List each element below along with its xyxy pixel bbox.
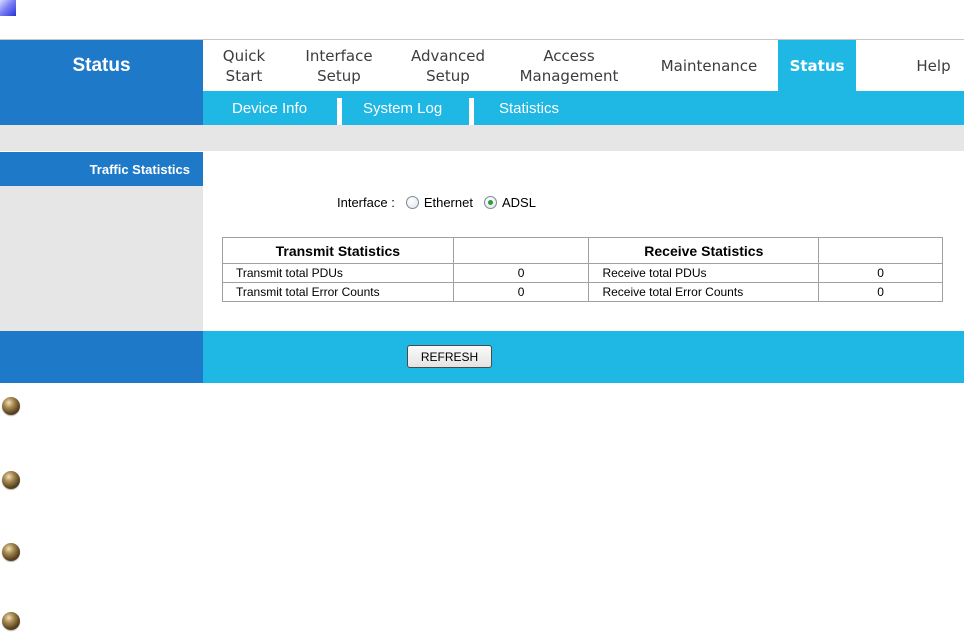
header-spacer-band — [0, 125, 964, 151]
table-header-transmit: Transmit Statistics — [222, 237, 454, 264]
nav-interface-setup[interactable]: Interface Setup — [291, 40, 387, 91]
nav-quick-start[interactable]: Quick Start — [203, 40, 285, 91]
nav-interface-setup-line1: Interface — [305, 46, 373, 65]
radio-adsl[interactable] — [483, 195, 497, 209]
corner-marker-icon — [0, 0, 16, 16]
interface-label: Interface : — [337, 194, 395, 210]
nav-access-management-line2: Management — [519, 66, 619, 85]
nav-access-management-line1: Access — [543, 46, 595, 65]
nav-access-management[interactable]: Access Management — [509, 40, 629, 91]
bullet-icon — [2, 543, 20, 561]
nav-interface-setup-line2: Setup — [317, 66, 361, 85]
traffic-statistics-table: Transmit Statistics Receive Statistics T… — [222, 237, 943, 302]
nav-help[interactable]: Help — [903, 40, 964, 91]
footer-action-bar — [203, 331, 964, 383]
nav-status[interactable]: Status — [778, 40, 856, 91]
nav-advanced-setup[interactable]: Advanced Setup — [398, 40, 498, 91]
nav-advanced-setup-line2: Setup — [426, 66, 470, 85]
table-cell-label: Receive total Error Counts — [588, 282, 820, 302]
interface-selector: Interface : Ethernet ADSL — [337, 192, 536, 212]
bullet-icon — [2, 612, 20, 630]
radio-ethernet-label: Ethernet — [423, 194, 473, 210]
nav-maintenance-label: Maintenance — [660, 56, 758, 75]
table-cell-value: 0 — [452, 263, 590, 283]
subnav-left-panel — [0, 91, 203, 125]
subnav-device-info[interactable]: Device Info — [232, 91, 307, 125]
table-cell-value: 0 — [818, 282, 943, 302]
subnav-separator — [337, 98, 342, 125]
table-row: Transmit total Error Counts 0 Receive to… — [222, 282, 943, 302]
nav-quick-start-line1: Quick — [222, 46, 266, 65]
page-title: Status — [72, 54, 131, 76]
subnav-separator — [469, 98, 474, 125]
radio-ethernet[interactable] — [405, 195, 419, 209]
table-cell-label: Transmit total Error Counts — [222, 282, 454, 302]
bullet-icon — [2, 397, 20, 415]
bullet-icon — [2, 471, 20, 489]
radio-adsl-label: ADSL — [501, 194, 536, 210]
nav-help-label: Help — [916, 56, 951, 75]
nav-quick-start-line2: Start — [225, 66, 263, 85]
table-header-row: Transmit Statistics Receive Statistics — [222, 237, 943, 264]
table-cell-value: 0 — [818, 263, 943, 283]
nav-maintenance[interactable]: Maintenance — [648, 40, 770, 91]
table-header-blank — [818, 237, 943, 264]
table-row: Transmit total PDUs 0 Receive total PDUs… — [222, 263, 943, 283]
table-cell-label: Transmit total PDUs — [222, 263, 454, 283]
table-cell-value: 0 — [452, 282, 590, 302]
table-cell-label: Receive total PDUs — [588, 263, 820, 283]
footer-left-panel — [0, 331, 203, 383]
table-header-receive: Receive Statistics — [588, 237, 820, 264]
refresh-button[interactable]: REFRESH — [407, 345, 492, 368]
top-nav: Quick Start Interface Setup Advanced Set… — [203, 40, 964, 91]
nav-advanced-setup-line1: Advanced — [410, 46, 486, 65]
subnav-statistics[interactable]: Statistics — [499, 91, 559, 125]
table-header-blank — [452, 237, 590, 264]
section-label: Traffic Statistics — [0, 152, 203, 186]
subnav-system-log[interactable]: System Log — [363, 91, 442, 125]
subnav: Device Info System Log Statistics — [203, 91, 964, 125]
nav-status-label: Status — [789, 56, 845, 75]
